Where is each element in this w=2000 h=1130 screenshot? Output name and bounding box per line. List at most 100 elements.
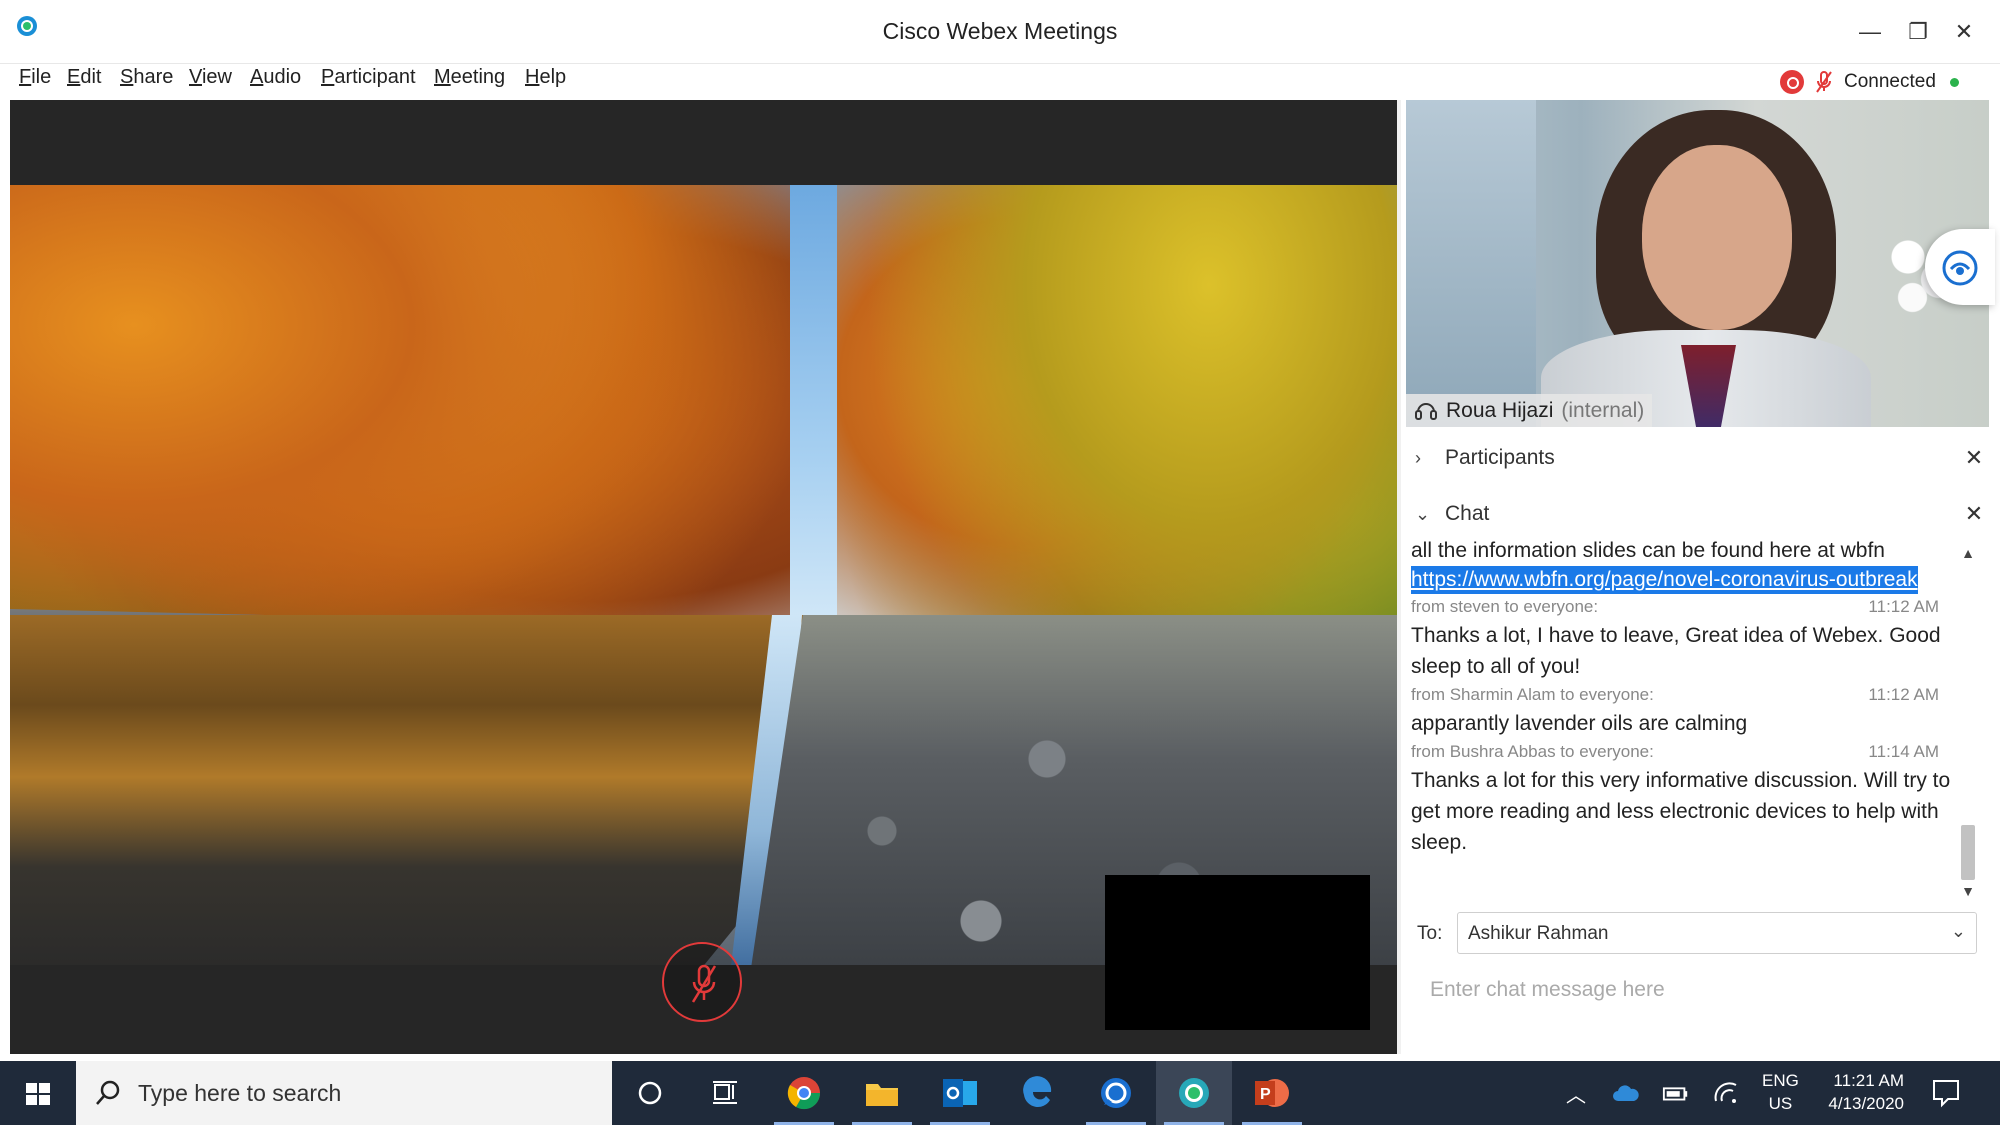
wifi-icon[interactable] (1712, 1079, 1740, 1107)
chat-message: from Sharmin Alam to everyone: 11:12 AM … (1411, 682, 1963, 739)
chevron-down-icon: ⌄ (1950, 921, 1966, 941)
battery-icon[interactable] (1662, 1079, 1690, 1107)
notifications-icon[interactable] (1930, 1077, 1962, 1109)
close-window-button[interactable]: ✕ (1944, 12, 1984, 52)
menu-share[interactable]: Share (120, 66, 173, 89)
recording-icon[interactable] (1780, 70, 1804, 94)
chat-timestamp: 11:14 AM (1868, 742, 1939, 761)
edge-icon (1023, 1076, 1052, 1108)
folder-icon (866, 1084, 898, 1106)
chat-timestamp: 11:12 AM (1868, 597, 1939, 616)
taskbar-chrome[interactable] (766, 1061, 842, 1125)
chat-message-text: apparantly lavender oils are calming (1411, 712, 1748, 735)
outlook-icon (943, 1079, 977, 1107)
chat-panel-header[interactable]: ⌄ Chat ✕ (1415, 494, 1990, 534)
chat-to-label: To: (1417, 923, 1443, 944)
chat-message-meta: from steven to everyone: 11:12 AM (1411, 594, 1963, 620)
taskbar-edge[interactable] (1000, 1061, 1076, 1125)
powerpoint-icon: P (1255, 1079, 1289, 1107)
connected-indicator-icon (1949, 77, 1959, 87)
chat-message-input[interactable] (1414, 965, 1980, 1015)
participants-panel-header[interactable]: › Participants ✕ (1415, 438, 1990, 478)
close-participants-button[interactable]: ✕ (1958, 442, 1990, 474)
chrome-icon (787, 1077, 821, 1110)
participant-video[interactable]: Roua Hijazi (internal) (1406, 100, 1989, 427)
chat-message: from Bushra Abbas to everyone: 11:14 AM … (1411, 739, 1963, 858)
windows-taskbar: Type here to search P ︿ ENG US 11:21 AM … (0, 1061, 2000, 1125)
menu-audio[interactable]: Audio (250, 66, 301, 89)
menu-view[interactable]: View (189, 66, 232, 89)
taskbar-task-view[interactable] (688, 1061, 764, 1125)
right-panel: Roua Hijazi (internal) › Participants ✕ … (1397, 100, 2000, 1054)
webex-meetings-icon (1179, 1078, 1209, 1108)
chat-sender: from Bushra Abbas to everyone: (1411, 742, 1654, 761)
cortana-icon (638, 1081, 662, 1105)
participant-tag: (internal) (1561, 398, 1645, 422)
taskbar-search-box[interactable]: Type here to search (76, 1061, 612, 1125)
system-clock[interactable]: 11:21 AM 4/13/2020 (1818, 1069, 1904, 1115)
clock-date: 4/13/2020 (1828, 1094, 1904, 1113)
webex-teams-icon (1101, 1078, 1131, 1108)
chat-message-meta: from Bushra Abbas to everyone: 11:14 AM (1411, 739, 1963, 765)
main-stage (10, 100, 1397, 1054)
chat-link[interactable]: https://www.wbfn.org/page/novel-coronavi… (1411, 566, 1918, 594)
menu-participant[interactable]: Participant (321, 66, 416, 89)
shared-content-image (10, 185, 1397, 965)
menu-bar: File Edit Share View Audio Participant M… (0, 64, 2000, 100)
chat-message: all the information slides can be found … (1411, 535, 1963, 594)
menu-edit[interactable]: Edit (67, 66, 101, 89)
start-button[interactable] (0, 1061, 76, 1125)
webex-assistant-icon (1942, 250, 1978, 286)
menu-meeting[interactable]: Meeting (434, 66, 505, 89)
mute-button[interactable] (662, 942, 742, 1022)
taskbar-powerpoint[interactable]: P (1234, 1061, 1310, 1125)
chat-scrollbar[interactable]: ▲ ▼ (1958, 545, 1978, 905)
title-bar: Cisco Webex Meetings — ❐ ✕ (0, 0, 2000, 64)
microphone-muted-icon[interactable] (1814, 70, 1834, 94)
taskbar-webex-teams[interactable] (1078, 1061, 1154, 1125)
self-video-preview[interactable] (1105, 875, 1370, 1030)
scroll-thumb[interactable] (1961, 825, 1975, 880)
participants-title: Participants (1445, 446, 1555, 469)
taskbar-file-explorer[interactable] (844, 1061, 920, 1125)
chevron-right-icon: › (1415, 447, 1421, 468)
minimize-button[interactable]: — (1850, 12, 1890, 52)
windows-logo-icon (26, 1083, 50, 1105)
webex-assistant-button[interactable] (1925, 229, 1995, 305)
search-placeholder: Type here to search (138, 1080, 342, 1106)
chat-message-text: Thanks a lot, I have to leave, Great ide… (1411, 624, 1941, 678)
microphone-muted-icon (691, 964, 717, 1003)
clock-time: 11:21 AM (1833, 1071, 1904, 1090)
taskbar-webex-meetings[interactable] (1156, 1061, 1232, 1125)
menu-file[interactable]: File (19, 66, 51, 89)
chat-sender: from Sharmin Alam to everyone: (1411, 685, 1654, 704)
chat-recipient-value: Ashikur Rahman (1468, 923, 1609, 944)
chat-sender: from steven to everyone: (1411, 597, 1599, 616)
scroll-down-icon[interactable]: ▼ (1958, 883, 1978, 903)
chat-message-text: all the information slides can be found … (1411, 539, 1885, 562)
active-speaker-icon (1415, 402, 1437, 420)
chat-message-meta: from Sharmin Alam to everyone: 11:12 AM (1411, 682, 1963, 708)
onedrive-icon[interactable] (1612, 1079, 1640, 1107)
maximize-button[interactable]: ❐ (1898, 12, 1938, 52)
chat-recipient-select[interactable]: Ashikur Rahman ⌄ (1457, 912, 1977, 954)
svg-text:P: P (1260, 1086, 1271, 1103)
task-view-icon (713, 1081, 737, 1104)
scroll-up-icon[interactable]: ▲ (1958, 545, 1978, 565)
chat-title: Chat (1445, 502, 1490, 525)
connected-label: Connected (1844, 71, 1936, 92)
connection-status: Connected (1780, 64, 1959, 100)
chat-message: from steven to everyone: 11:12 AM Thanks… (1411, 594, 1963, 682)
chat-message-text: Thanks a lot for this very informative d… (1411, 769, 1951, 854)
participant-name-tag: Roua Hijazi (internal) (1406, 394, 1653, 427)
participant-name: Roua Hijazi (1446, 398, 1554, 422)
menu-help[interactable]: Help (525, 66, 566, 89)
close-chat-button[interactable]: ✕ (1958, 498, 1990, 530)
show-hidden-icons-icon[interactable]: ︿ (1562, 1079, 1590, 1107)
chevron-down-icon: ⌄ (1415, 503, 1431, 524)
chat-timestamp: 11:12 AM (1868, 685, 1939, 704)
window-title: Cisco Webex Meetings (882, 18, 1118, 44)
language-indicator[interactable]: ENG US (1762, 1069, 1799, 1115)
taskbar-cortana[interactable] (612, 1061, 688, 1125)
taskbar-outlook[interactable] (922, 1061, 998, 1125)
